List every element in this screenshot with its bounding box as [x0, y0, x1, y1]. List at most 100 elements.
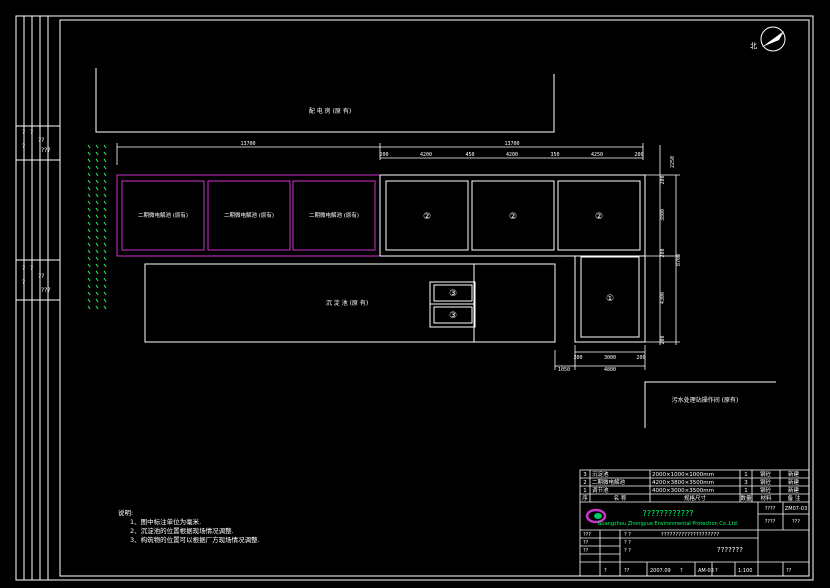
green-mark — [103, 200, 107, 205]
green-mark — [103, 298, 107, 303]
tb-cell: ? ? — [624, 532, 631, 538]
tb-cell: ?? — [624, 568, 630, 574]
tb-cell: ? ? — [624, 548, 631, 554]
tb-cell: ZM07-03 — [785, 506, 807, 512]
green-mark — [103, 165, 107, 170]
tb-date: 2007.09 — [650, 568, 671, 574]
green-mark — [103, 242, 107, 247]
project-name: ???????????????????? — [661, 532, 719, 538]
tank-marker: ① — [606, 294, 614, 304]
green-mark — [103, 172, 107, 177]
tb-header: 数量 — [740, 494, 752, 502]
tb-cell: 4000×3000×3500mm — [652, 488, 714, 494]
tb-cell: ? — [604, 568, 607, 574]
drawing-title: ??????? — [717, 546, 743, 554]
dim-d3: 450 — [465, 152, 474, 158]
tank-marker: ② — [423, 212, 431, 222]
green-marks — [87, 144, 107, 310]
strip-label: ? — [30, 265, 33, 272]
tb-cell: 钢砼 — [760, 478, 772, 486]
tank-phase2-c-label: 二期微电解池 (原有) — [309, 211, 359, 219]
green-mark — [87, 221, 91, 226]
dim-d4: 4200 — [506, 152, 518, 158]
dim-top-right: 13700 — [504, 141, 519, 147]
green-mark — [87, 256, 91, 261]
dim-right-3: 200 — [660, 248, 666, 257]
green-mark — [103, 284, 107, 289]
green-mark — [95, 242, 99, 247]
strip-label: ? — [22, 143, 25, 150]
dim-bot-total: 4800 — [604, 367, 616, 373]
left-strip-labels: ? ? ? ?? ??? ? ? ? ?? ??? — [22, 129, 51, 294]
company-name-en: Guangzhou Zhongyue Environmental Protect… — [598, 521, 739, 527]
tb-cell: ???? — [765, 519, 776, 525]
green-mark — [87, 165, 91, 170]
tb-cell: 1 — [744, 472, 748, 478]
green-mark — [95, 172, 99, 177]
strip-label: ?? — [38, 137, 44, 144]
tb-cell: ?? — [583, 548, 589, 554]
tb-header: 材料 — [760, 494, 772, 502]
dim-bot-left: 1050 — [558, 367, 570, 373]
green-mark — [95, 291, 99, 296]
green-mark — [87, 151, 91, 156]
tb-cell: 沉淀池 — [592, 470, 609, 478]
company-name-cn: ???????????? — [643, 509, 694, 518]
strip-label: ? — [30, 129, 33, 136]
tb-cell: 4200×3800×3500mm — [652, 480, 714, 486]
tb-cell: ?? — [583, 540, 589, 546]
green-mark — [87, 249, 91, 254]
dim-top-left: 13700 — [240, 141, 255, 147]
green-mark — [95, 186, 99, 191]
note-item: 1、图中标注单位为毫米. — [130, 517, 201, 526]
green-mark — [103, 221, 107, 226]
tb-cell: 1 — [744, 488, 748, 494]
green-mark — [95, 249, 99, 254]
tb-cell: 3 — [583, 472, 587, 478]
green-mark — [103, 256, 107, 261]
green-mark — [87, 270, 91, 275]
strip-label: ?? — [38, 273, 44, 280]
left-strip — [16, 16, 60, 580]
phase2-tanks: 二期微电解池 (原有) 二期微电解池 (原有) 二期微电解池 (原有) — [116, 174, 381, 257]
right-dimensions — [645, 145, 680, 345]
dim-right-total: 8700 — [676, 254, 682, 266]
green-mark — [103, 277, 107, 282]
green-mark — [87, 284, 91, 289]
green-mark — [95, 305, 99, 310]
dim-right-2: 3800 — [660, 209, 666, 221]
green-mark — [95, 158, 99, 163]
tb-cell: ? — [715, 568, 718, 574]
note-item: 2、沉淀池的位置根据现场情况调整. — [130, 526, 234, 535]
tb-cell: ?? — [786, 568, 792, 574]
power-room: 配 电 房 (原 有) — [95, 68, 555, 133]
tank-marker: ② — [509, 212, 517, 222]
dim-bot-3: 200 — [636, 355, 645, 361]
green-mark — [95, 284, 99, 289]
green-mark — [87, 263, 91, 268]
green-mark — [87, 228, 91, 233]
tb-header: 名 称 — [614, 494, 627, 502]
tb-cell: 2000×1000×1000mm — [652, 472, 714, 478]
dim-right-5: 200 — [660, 335, 666, 344]
north-label: 北 — [750, 42, 757, 50]
green-mark — [95, 298, 99, 303]
tb-cell: ? ? — [624, 540, 631, 546]
tb-cell: ? — [680, 568, 683, 574]
power-room-label: 配 电 房 (原 有) — [309, 107, 351, 115]
green-mark — [87, 158, 91, 163]
green-mark — [95, 221, 99, 226]
tb-cell: 调节池 — [592, 486, 609, 494]
dim-right-1: 200 — [660, 175, 666, 184]
green-mark — [103, 193, 107, 198]
green-mark — [95, 270, 99, 275]
tb-header: 序 — [582, 494, 588, 502]
sedimentation-tank-label: 沉 淀 池 (原 有) — [326, 299, 368, 307]
sewage-workshop-label: 污水处理站操作间 (原有) — [672, 396, 739, 404]
green-mark — [95, 214, 99, 219]
dim-d6: 4250 — [591, 152, 603, 158]
green-mark — [87, 200, 91, 205]
tank-marker: ③ — [449, 289, 457, 299]
tb-cell: ??? — [792, 519, 800, 525]
green-mark — [87, 207, 91, 212]
